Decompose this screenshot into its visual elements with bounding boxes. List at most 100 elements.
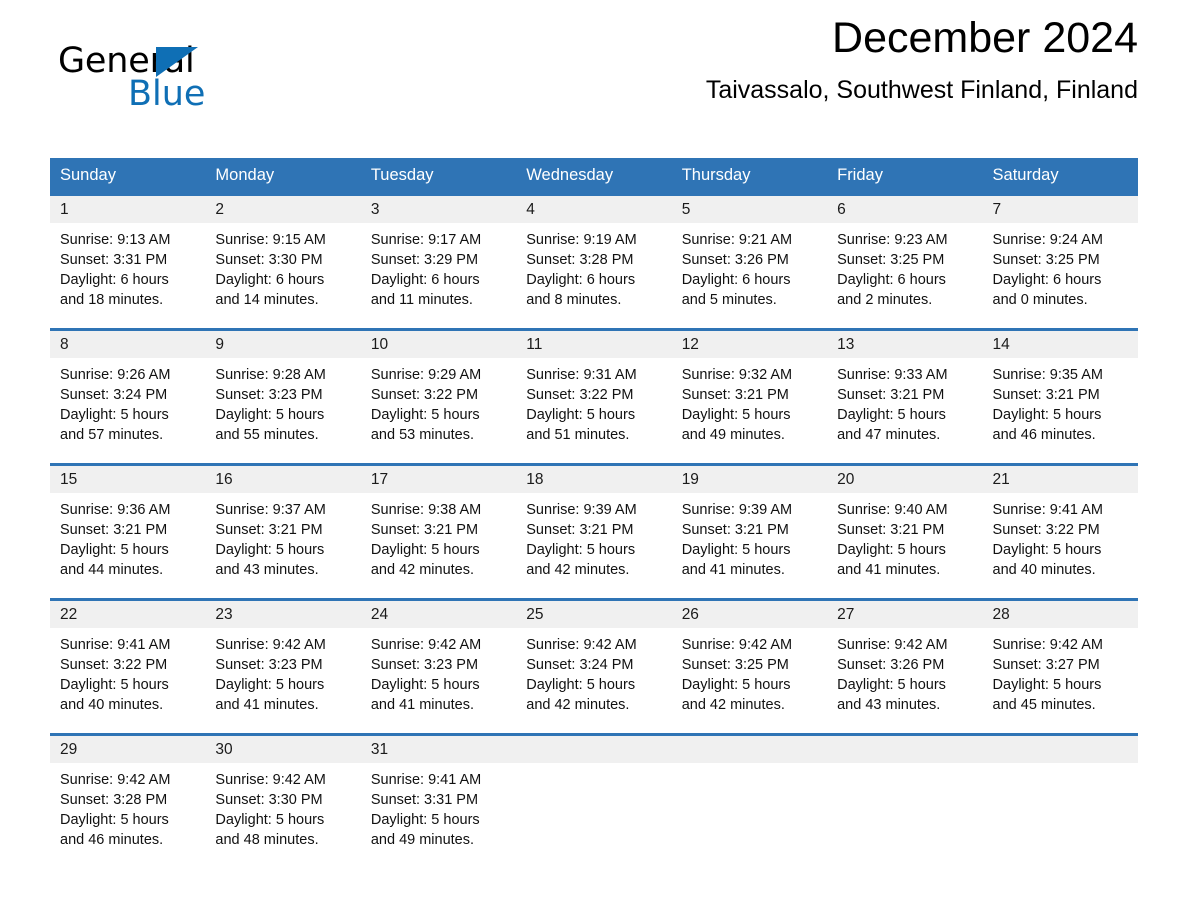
page-title: December 2024 [832, 14, 1138, 62]
day-number: 31 [360, 736, 517, 763]
day-details: Sunrise: 9:17 AM Sunset: 3:29 PM Dayligh… [370, 232, 482, 308]
weekday-header-sunday: Sunday [50, 158, 206, 195]
day-details: Sunrise: 9:42 AM Sunset: 3:24 PM Dayligh… [526, 637, 637, 713]
day-number [671, 736, 828, 763]
week-row: 15 Sunrise: 9:36 AM Sunset: 3:21 PM Dayli… [50, 463, 1138, 600]
day-cell[interactable]: 20 Sunrise: 9:40 AM Sunset: 3:21 PM Dayli… [827, 463, 983, 600]
page-subtitle: Taivassalo, Southwest Finland, Finland [705, 76, 1138, 104]
week-row: 29 Sunrise: 9:42 AM Sunset: 3:28 PM Dayli… [50, 733, 1138, 868]
day-cell[interactable]: 15 Sunrise: 9:36 AM Sunset: 3:21 PM Dayli… [50, 463, 206, 600]
day-number: 26 [671, 601, 828, 628]
day-number: 23 [205, 601, 361, 628]
calendar-table: Sunday Monday Tuesday Wednesday Thursday… [50, 158, 1138, 868]
day-number: 9 [205, 331, 361, 358]
day-details [827, 763, 982, 770]
day-cell[interactable]: 19 Sunrise: 9:39 AM Sunset: 3:21 PM Dayli… [671, 463, 828, 600]
day-number: 4 [516, 196, 672, 223]
calendar-page: General Blue December 2024 Taivassalo, S… [0, 0, 1188, 918]
day-cell[interactable]: 21 Sunrise: 9:41 AM Sunset: 3:22 PM Dayli… [982, 463, 1138, 600]
day-cell[interactable]: 8 Sunrise: 9:26 AM Sunset: 3:24 PM Daylig… [50, 328, 206, 465]
day-number: 21 [982, 466, 1138, 493]
day-cell-empty [827, 733, 983, 868]
weekday-header-friday: Friday [827, 158, 983, 195]
day-cell[interactable]: 27 Sunrise: 9:42 AM Sunset: 3:26 PM Dayli… [827, 598, 983, 735]
day-details: Sunrise: 9:42 AM Sunset: 3:25 PM Dayligh… [681, 637, 793, 713]
day-number: 14 [982, 331, 1138, 358]
day-details: Sunrise: 9:19 AM Sunset: 3:28 PM Dayligh… [526, 232, 637, 308]
day-cell[interactable]: 6 Sunrise: 9:23 AM Sunset: 3:25 PM Daylig… [827, 193, 983, 330]
general-blue-logo: General Blue [58, 42, 318, 118]
calendar-body: 1 Sunrise: 9:13 AM Sunset: 3:31 PM Daylig… [50, 193, 1138, 868]
day-number [516, 736, 672, 763]
day-cell[interactable]: 1 Sunrise: 9:13 AM Sunset: 3:31 PM Daylig… [50, 193, 206, 330]
day-details: Sunrise: 9:29 AM Sunset: 3:22 PM Dayligh… [370, 367, 482, 443]
day-number: 2 [205, 196, 361, 223]
day-number: 19 [671, 466, 828, 493]
day-cell[interactable]: 31 Sunrise: 9:41 AM Sunset: 3:31 PM Dayli… [360, 733, 517, 868]
day-cell[interactable]: 11 Sunrise: 9:31 AM Sunset: 3:22 PM Dayli… [516, 328, 672, 465]
day-cell[interactable]: 2 Sunrise: 9:15 AM Sunset: 3:30 PM Daylig… [205, 193, 361, 330]
day-number: 8 [50, 331, 206, 358]
day-number: 13 [827, 331, 983, 358]
week-row: 8 Sunrise: 9:26 AM Sunset: 3:24 PM Daylig… [50, 328, 1138, 465]
day-cell-empty [671, 733, 828, 868]
day-details: Sunrise: 9:36 AM Sunset: 3:21 PM Dayligh… [60, 502, 171, 578]
day-details: Sunrise: 9:21 AM Sunset: 3:26 PM Dayligh… [681, 232, 793, 308]
weekday-header-row: Sunday Monday Tuesday Wednesday Thursday… [50, 158, 1138, 195]
day-number: 10 [360, 331, 517, 358]
day-details: Sunrise: 9:41 AM Sunset: 3:22 PM Dayligh… [992, 502, 1103, 578]
day-cell[interactable]: 30 Sunrise: 9:42 AM Sunset: 3:30 PM Dayli… [205, 733, 361, 868]
day-cell-empty [982, 733, 1138, 868]
day-cell-empty [516, 733, 672, 868]
day-number: 22 [50, 601, 206, 628]
day-number: 20 [827, 466, 983, 493]
day-cell[interactable]: 9 Sunrise: 9:28 AM Sunset: 3:23 PM Daylig… [205, 328, 361, 465]
day-cell[interactable]: 14 Sunrise: 9:35 AM Sunset: 3:21 PM Dayli… [982, 328, 1138, 465]
day-number: 3 [360, 196, 517, 223]
day-details: Sunrise: 9:38 AM Sunset: 3:21 PM Dayligh… [370, 502, 482, 578]
day-details: Sunrise: 9:31 AM Sunset: 3:22 PM Dayligh… [526, 367, 637, 443]
day-cell[interactable]: 28 Sunrise: 9:42 AM Sunset: 3:27 PM Dayli… [982, 598, 1138, 735]
page-header: General Blue December 2024 Taivassalo, S… [50, 0, 1138, 113]
day-number: 7 [982, 196, 1138, 223]
day-number: 12 [671, 331, 828, 358]
day-cell[interactable]: 10 Sunrise: 9:29 AM Sunset: 3:22 PM Dayli… [360, 328, 517, 465]
day-number: 6 [827, 196, 983, 223]
day-cell[interactable]: 24 Sunrise: 9:42 AM Sunset: 3:23 PM Dayli… [360, 598, 517, 735]
day-cell[interactable]: 13 Sunrise: 9:33 AM Sunset: 3:21 PM Dayli… [827, 328, 983, 465]
day-cell[interactable]: 26 Sunrise: 9:42 AM Sunset: 3:25 PM Dayli… [671, 598, 828, 735]
day-number: 5 [671, 196, 828, 223]
day-details: Sunrise: 9:41 AM Sunset: 3:31 PM Dayligh… [370, 772, 482, 848]
calendar-grid: Sunday Monday Tuesday Wednesday Thursday… [50, 158, 1138, 868]
day-details [516, 763, 671, 770]
day-cell[interactable]: 16 Sunrise: 9:37 AM Sunset: 3:21 PM Dayli… [205, 463, 361, 600]
day-cell[interactable]: 22 Sunrise: 9:41 AM Sunset: 3:22 PM Dayli… [50, 598, 206, 735]
logo-text-blue: Blue [128, 74, 206, 114]
day-details: Sunrise: 9:42 AM Sunset: 3:30 PM Dayligh… [215, 772, 326, 848]
title-block: December 2024 Taivassalo, Southwest Finl… [378, 12, 1138, 106]
day-cell[interactable]: 4 Sunrise: 9:19 AM Sunset: 3:28 PM Daylig… [516, 193, 672, 330]
day-cell[interactable]: 12 Sunrise: 9:32 AM Sunset: 3:21 PM Dayli… [671, 328, 828, 465]
day-details: Sunrise: 9:42 AM Sunset: 3:28 PM Dayligh… [60, 772, 171, 848]
day-cell[interactable]: 17 Sunrise: 9:38 AM Sunset: 3:21 PM Dayli… [360, 463, 517, 600]
day-number: 25 [516, 601, 672, 628]
day-details: Sunrise: 9:42 AM Sunset: 3:23 PM Dayligh… [215, 637, 326, 713]
day-details: Sunrise: 9:26 AM Sunset: 3:24 PM Dayligh… [60, 367, 171, 443]
day-number: 28 [982, 601, 1138, 628]
day-details: Sunrise: 9:37 AM Sunset: 3:21 PM Dayligh… [215, 502, 326, 578]
day-cell[interactable]: 25 Sunrise: 9:42 AM Sunset: 3:24 PM Dayli… [516, 598, 672, 735]
day-number: 1 [50, 196, 206, 223]
day-cell[interactable]: 29 Sunrise: 9:42 AM Sunset: 3:28 PM Dayli… [50, 733, 206, 868]
day-cell[interactable]: 18 Sunrise: 9:39 AM Sunset: 3:21 PM Dayli… [516, 463, 672, 600]
day-details: Sunrise: 9:41 AM Sunset: 3:22 PM Dayligh… [60, 637, 171, 713]
day-cell[interactable]: 5 Sunrise: 9:21 AM Sunset: 3:26 PM Daylig… [671, 193, 828, 330]
day-details: Sunrise: 9:15 AM Sunset: 3:30 PM Dayligh… [215, 232, 326, 308]
day-details [983, 763, 1138, 770]
day-cell[interactable]: 7 Sunrise: 9:24 AM Sunset: 3:25 PM Daylig… [982, 193, 1138, 330]
day-details: Sunrise: 9:39 AM Sunset: 3:21 PM Dayligh… [526, 502, 637, 578]
day-number: 18 [516, 466, 672, 493]
week-row: 1 Sunrise: 9:13 AM Sunset: 3:31 PM Daylig… [50, 193, 1138, 330]
day-details: Sunrise: 9:42 AM Sunset: 3:26 PM Dayligh… [837, 637, 948, 713]
day-cell[interactable]: 3 Sunrise: 9:17 AM Sunset: 3:29 PM Daylig… [360, 193, 517, 330]
day-cell[interactable]: 23 Sunrise: 9:42 AM Sunset: 3:23 PM Dayli… [205, 598, 361, 735]
